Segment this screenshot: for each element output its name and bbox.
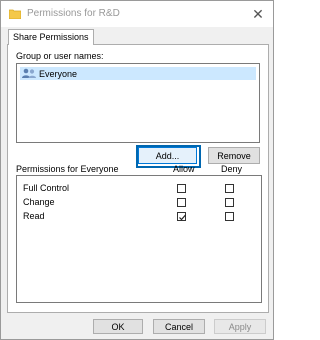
permission-name: Full Control	[23, 183, 70, 193]
read-allow-checkbox[interactable]	[177, 212, 186, 221]
list-item-label: Everyone	[39, 68, 78, 79]
cancel-button[interactable]: Cancel	[153, 319, 205, 334]
tab-panel: Group or user names: Everyone Add... Rem…	[7, 44, 269, 313]
folder-icon	[9, 9, 21, 19]
allow-header: Allow	[173, 164, 195, 174]
ok-button[interactable]: OK	[93, 319, 143, 334]
change-deny-checkbox[interactable]	[225, 198, 234, 207]
checkmark-icon	[179, 214, 186, 221]
group-user-list[interactable]: Everyone	[16, 63, 260, 143]
permission-name: Change	[23, 197, 55, 207]
remove-button[interactable]: Remove	[208, 147, 260, 164]
close-icon: ✕	[252, 5, 264, 22]
change-allow-checkbox[interactable]	[177, 198, 186, 207]
tab-share-permissions[interactable]: Share Permissions	[8, 29, 94, 45]
full-control-deny-checkbox[interactable]	[225, 184, 234, 193]
permissions-label: Permissions for Everyone	[16, 164, 119, 174]
window-title: Permissions for R&D	[27, 8, 120, 19]
add-button[interactable]: Add...	[138, 147, 197, 164]
permissions-list: Full Control Change Read	[16, 175, 262, 303]
apply-button[interactable]: Apply	[214, 319, 266, 334]
permission-name: Read	[23, 211, 45, 221]
deny-header: Deny	[221, 164, 243, 174]
close-button[interactable]: ✕	[243, 1, 273, 27]
group-names-label: Group or user names:	[16, 51, 104, 61]
full-control-allow-checkbox[interactable]	[177, 184, 186, 193]
users-icon	[22, 68, 36, 78]
read-deny-checkbox[interactable]	[225, 212, 234, 221]
permissions-dialog: Permissions for R&D ✕ Share Permissions …	[0, 0, 274, 340]
list-item[interactable]: Everyone	[20, 67, 256, 80]
title-bar[interactable]: Permissions for R&D ✕	[1, 1, 273, 27]
